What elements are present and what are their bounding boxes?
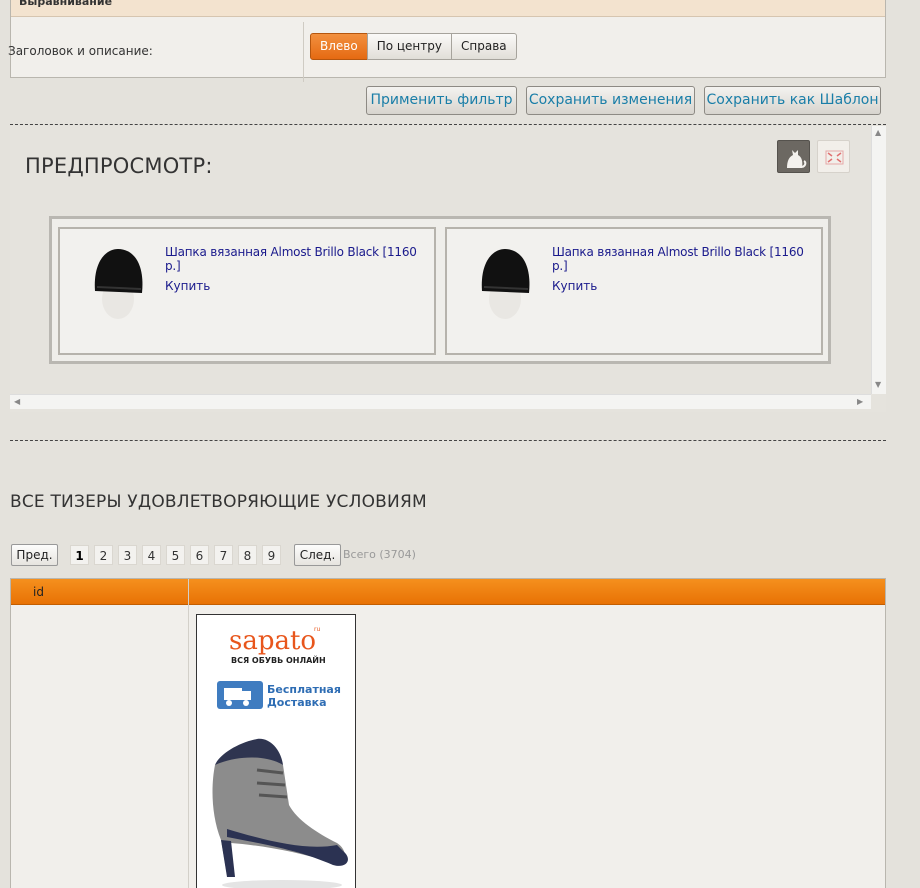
align-right-button[interactable]: Справа [451, 33, 517, 60]
table-header [11, 579, 885, 605]
scroll-left-icon[interactable]: ◀ [14, 398, 20, 406]
fullscreen-button[interactable] [817, 140, 850, 173]
page-link-8[interactable]: 8 [238, 545, 257, 565]
theme-cat-button[interactable] [777, 140, 810, 173]
preview-horizontal-scrollbar[interactable]: ◀ ▶ [10, 394, 871, 409]
banner-image[interactable]: sapato ru ВСЯ ОБУВЬ ОНЛАЙН Бесплатная До… [196, 614, 356, 888]
page-link-7[interactable]: 7 [214, 545, 233, 565]
teaser-card[interactable]: Шапка вязанная Almost Brillo Black [1160… [58, 227, 436, 355]
delivery-line-2: Доставка [267, 696, 327, 709]
scroll-right-icon[interactable]: ▶ [857, 398, 863, 406]
teaser-card[interactable]: Шапка вязанная Almost Brillo Black [1160… [445, 227, 823, 355]
delivery-line-1: Бесплатная [267, 683, 341, 696]
scroll-down-icon[interactable]: ▼ [875, 381, 881, 389]
preview-vertical-scrollbar[interactable]: ▲ ▼ [871, 126, 886, 394]
column-header-id[interactable]: id [33, 585, 44, 599]
shoe-image [212, 738, 348, 888]
brand-tagline: ВСЯ ОБУВЬ ОНЛАЙН [231, 654, 326, 665]
preview-title: ПРЕДПРОСМОТР: [25, 154, 213, 178]
alignment-row-label: Заголовок и описание: [8, 44, 153, 58]
align-left-button[interactable]: Влево [310, 33, 368, 60]
next-page-button[interactable]: След. [294, 544, 341, 566]
cat-icon [787, 150, 807, 168]
brand-logo: sapato [229, 626, 316, 656]
page-link-5[interactable]: 5 [166, 545, 185, 565]
divider-bottom [10, 440, 886, 441]
column-separator [188, 579, 189, 888]
expand-icon [825, 150, 844, 165]
teasers-table [10, 578, 886, 888]
alignment-section-title: Выравнивание [11, 0, 885, 17]
save-as-template-button[interactable]: Сохранить как Шаблон [704, 86, 881, 115]
save-changes-button[interactable]: Сохранить изменения [526, 86, 695, 115]
banner-graphic: sapato ru ВСЯ ОБУВЬ ОНЛАЙН Бесплатная До… [212, 626, 348, 888]
page-link-9[interactable]: 9 [262, 545, 281, 565]
teaser-buy-link[interactable]: Купить [552, 279, 597, 293]
apply-filter-button[interactable]: Применить фильтр [366, 86, 517, 115]
hat-image [481, 249, 530, 319]
hat-image [94, 249, 143, 319]
scroll-up-icon[interactable]: ▲ [875, 129, 881, 137]
brand-sup: ru [314, 626, 320, 633]
teaser-buy-link[interactable]: Купить [165, 279, 210, 293]
page-link-2[interactable]: 2 [94, 545, 113, 565]
divider-top [10, 124, 886, 125]
alignment-toggle-group: Влево По центру Справа [310, 33, 517, 60]
listing-title: ВСЕ ТИЗЕРЫ УДОВЛЕТВОРЯЮЩИЕ УСЛОВИЯМ [10, 492, 427, 512]
teaser-title-link[interactable]: Шапка вязанная Almost Brillo Black [1160… [165, 245, 434, 273]
align-center-button[interactable]: По центру [366, 33, 452, 60]
prev-page-button[interactable]: Пред. [11, 544, 58, 566]
total-count: Всего (3704) [343, 548, 416, 561]
page-link-1[interactable]: 1 [70, 545, 89, 565]
page-link-4[interactable]: 4 [142, 545, 161, 565]
page-link-3[interactable]: 3 [118, 545, 137, 565]
alignment-divider [303, 22, 304, 82]
page-link-6[interactable]: 6 [190, 545, 209, 565]
teaser-title-link[interactable]: Шапка вязанная Almost Brillo Black [1160… [552, 245, 821, 273]
